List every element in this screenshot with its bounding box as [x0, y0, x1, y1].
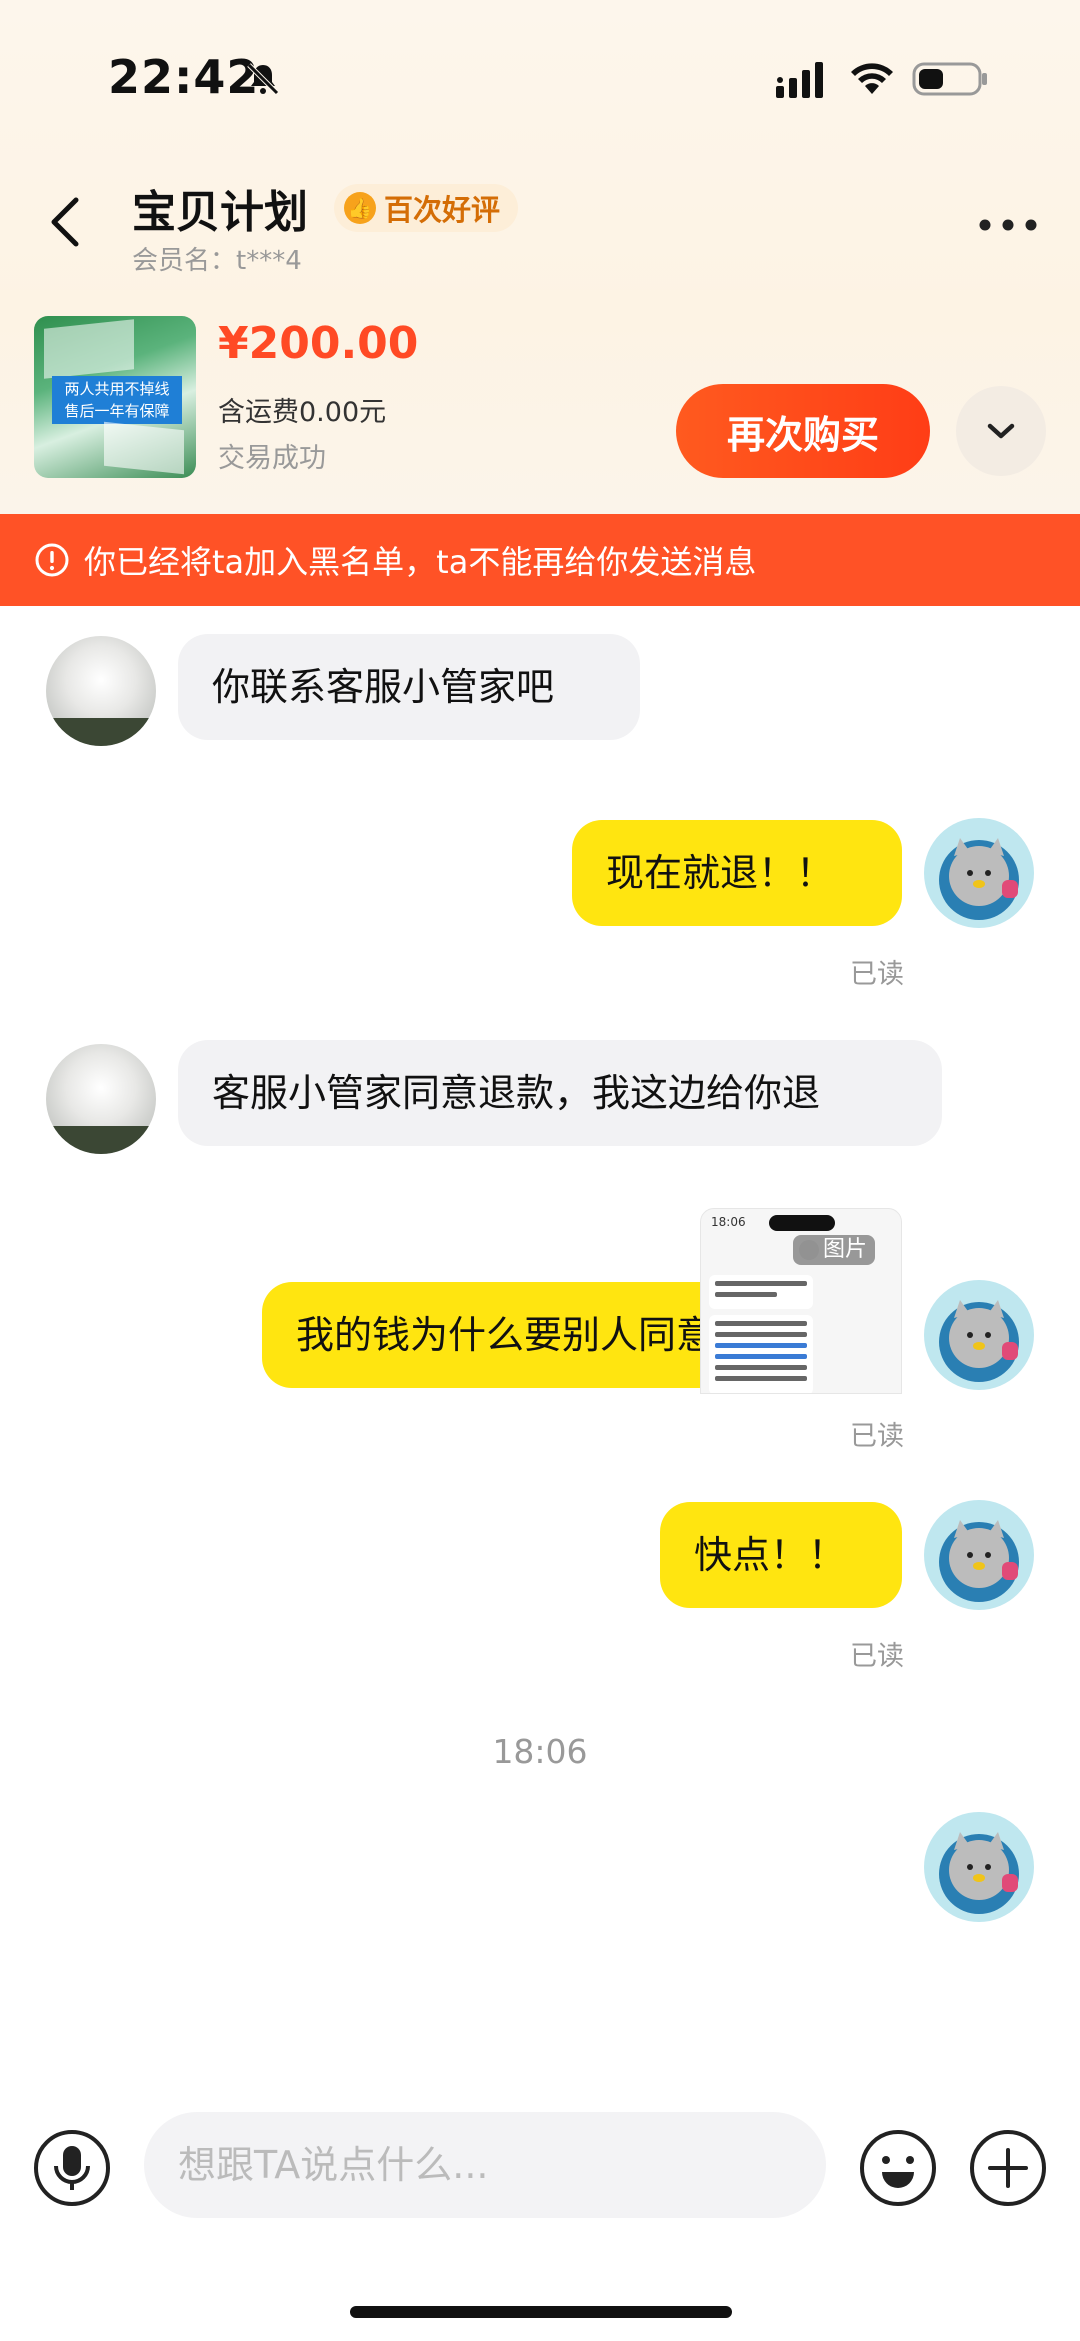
image-status-time: 18:06 — [711, 1215, 746, 1229]
cat-avatar-icon — [939, 1520, 1019, 1602]
emoji-icon[interactable] — [858, 2128, 938, 2208]
product-box-shape — [44, 319, 134, 379]
more-options-icon[interactable] — [978, 218, 1038, 232]
message-bubble-outgoing[interactable]: 快点！！ — [660, 1502, 902, 1608]
expand-button[interactable] — [956, 386, 1046, 476]
member-name: 会员名：t***4 — [132, 246, 302, 276]
user-avatar[interactable] — [924, 1812, 1034, 1922]
image-label: 图片 — [793, 1235, 876, 1265]
plus-icon[interactable] — [968, 2128, 1048, 2208]
product-image-label-line1: 两人共用不掉线 — [64, 380, 170, 398]
read-status: 已读 — [850, 1421, 904, 1452]
seller-avatar[interactable] — [46, 636, 156, 746]
message-bubble-incoming[interactable]: 你联系客服小管家吧 — [178, 634, 640, 740]
read-status: 已读 — [850, 959, 904, 990]
bell-muted-icon — [247, 63, 279, 95]
image-sms-bubble — [709, 1275, 813, 1309]
cat-avatar-icon — [939, 1300, 1019, 1382]
blacklist-banner: 你已经将ta加入黑名单，ta不能再给你发送消息 — [0, 514, 1080, 606]
blacklist-message: 你已经将ta加入黑名单，ta不能再给你发送消息 — [84, 543, 757, 581]
chat-area[interactable]: 你联系客服小管家吧 现在就退！！ 已读 客服小管家同意退款，我这边给你退 我的钱… — [0, 606, 1080, 2096]
image-message[interactable]: 18:06 图片 — [700, 1208, 902, 1394]
rebuy-button[interactable]: 再次购买 — [676, 384, 930, 478]
image-sms-bubble — [709, 1315, 813, 1393]
wifi-icon — [851, 63, 893, 94]
message-bubble-incoming[interactable]: 客服小管家同意退款，我这边给你退 — [178, 1040, 942, 1146]
battery-icon — [912, 62, 987, 96]
thumbs-up-icon: 👍 — [344, 192, 376, 224]
review-badge: 👍 百次好评 — [334, 184, 519, 232]
review-badge-label: 百次好评 — [384, 193, 501, 227]
status-bar: 22:42 — [0, 0, 1080, 150]
user-avatar[interactable] — [924, 1280, 1034, 1390]
product-image-label-line2: 售后一年有保障 — [64, 402, 170, 420]
chevron-down-icon — [987, 423, 1015, 439]
product-box-shape — [104, 421, 184, 475]
read-status: 已读 — [850, 1641, 904, 1672]
shop-name[interactable]: 宝贝计划 — [132, 176, 308, 240]
message-input[interactable] — [144, 2112, 826, 2218]
product-image-label: 两人共用不掉线 售后一年有保障 — [52, 376, 182, 424]
seller-avatar[interactable] — [46, 1044, 156, 1154]
status-time: 22:42 — [108, 50, 260, 104]
cat-avatar-icon — [939, 838, 1019, 920]
image-phone-notch — [769, 1215, 835, 1231]
user-avatar[interactable] — [924, 818, 1034, 928]
warning-icon — [35, 543, 69, 577]
product-price: ¥200.00 — [218, 318, 419, 369]
signal-icon — [776, 62, 823, 98]
trade-status: 交易成功 — [218, 443, 326, 474]
message-bubble-outgoing[interactable]: 现在就退！！ — [572, 820, 902, 926]
product-thumbnail[interactable]: 两人共用不掉线 售后一年有保障 — [34, 316, 196, 478]
back-arrow-icon[interactable] — [46, 192, 86, 252]
time-divider: 18:06 — [492, 1732, 588, 1771]
user-avatar[interactable] — [924, 1500, 1034, 1610]
home-indicator[interactable] — [350, 2306, 732, 2318]
microphone-icon[interactable] — [32, 2128, 112, 2208]
cat-avatar-icon — [939, 1832, 1019, 1914]
shipping-fee: 含运费0.00元 — [218, 397, 387, 428]
